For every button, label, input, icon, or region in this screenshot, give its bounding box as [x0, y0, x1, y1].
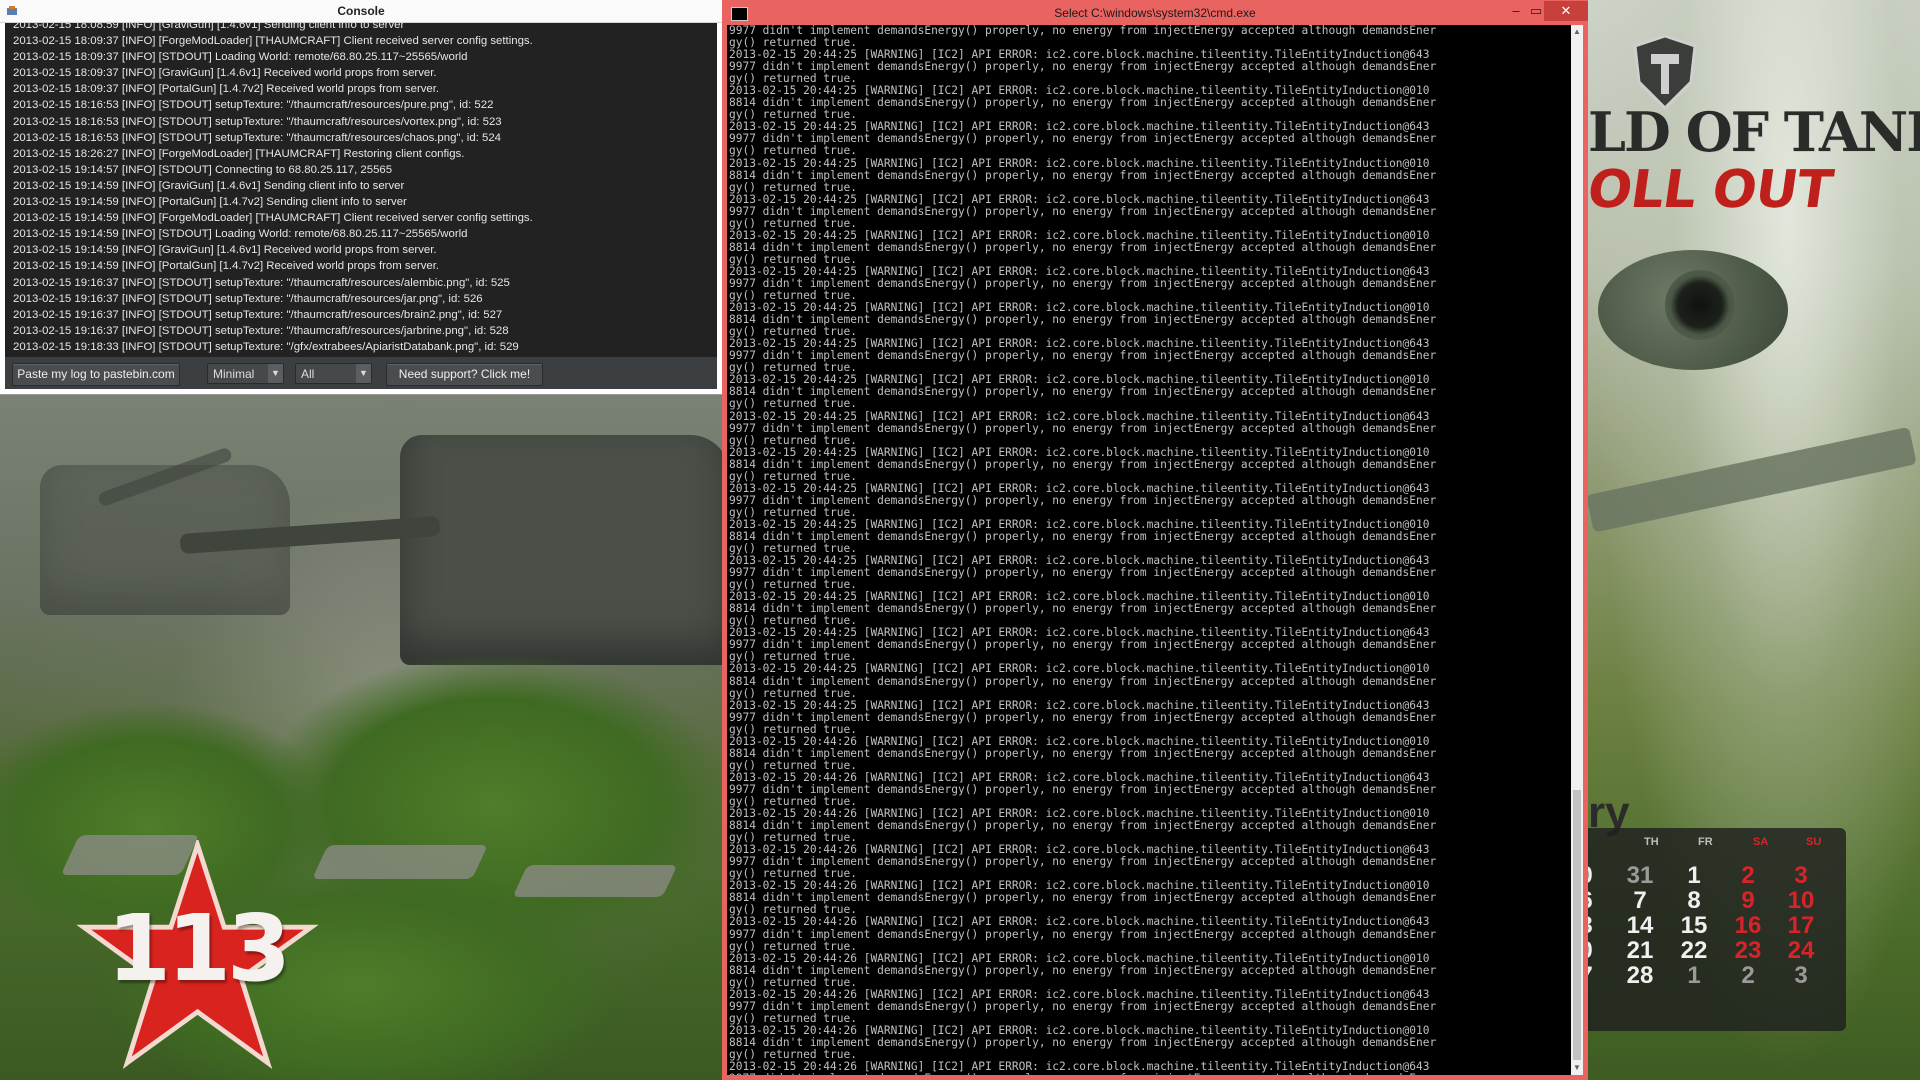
calendar-day: 28 [1626, 962, 1654, 989]
console-titlebar[interactable]: Console [0, 0, 722, 23]
cmd-title: Select C:\windows\system32\cmd.exe [1054, 6, 1256, 20]
maximize-icon[interactable]: ▭ [1526, 1, 1546, 21]
calendar-day: 7 [1633, 887, 1647, 914]
calendar-day: 3 [1794, 862, 1808, 889]
log-level-value: Minimal [213, 367, 255, 381]
minimize-icon[interactable]: – [1506, 1, 1526, 21]
log-filter-select[interactable]: All ▼ [295, 363, 372, 384]
log-line: 2013-02-15 18:09:37 [INFO] [PortalGun] [… [13, 83, 440, 96]
console-body: 2013-02-15 18:08:59 [INFO] [GraviGun] [1… [5, 23, 717, 389]
close-icon[interactable]: ✕ [1544, 1, 1588, 21]
cmd-titlebar[interactable]: Select C:\windows\system32\cmd.exe – ▭ ✕ [722, 0, 1588, 25]
need-support-button[interactable]: Need support? Click me! [386, 363, 543, 386]
log-line: 2013-02-15 19:16:37 [INFO] [STDOUT] setu… [13, 308, 503, 321]
calendar-header-fr: FR [1698, 836, 1713, 848]
calendar-day: 8 [1687, 887, 1701, 914]
console-toolbar: Paste my log to pastebin.com Minimal ▼ A… [5, 357, 717, 389]
log-line: 2013-02-15 19:14:59 [INFO] [STDOUT] Load… [13, 228, 468, 241]
calendar-day: 9 [1741, 887, 1755, 914]
log-line: 2013-02-15 19:18:33 [INFO] [STDOUT] setu… [13, 340, 519, 353]
log-line: 2013-02-15 18:16:53 [INFO] [STDOUT] setu… [13, 99, 494, 112]
cmd-scrollbar[interactable]: ▲ ▼ [1571, 25, 1583, 1075]
log-line: 2013-02-15 19:14:59 [INFO] [PortalGun] [… [13, 196, 407, 209]
chevron-down-icon: ▼ [356, 364, 371, 383]
calendar-day: 2 [1741, 862, 1755, 889]
cmd-scroll-thumb[interactable] [1573, 790, 1581, 1060]
log-line: 2013-02-15 18:16:53 [INFO] [STDOUT] setu… [13, 131, 501, 144]
log-line: 2013-02-15 18:26:27 [INFO] [ForgeModLoad… [13, 147, 465, 160]
log-level-select[interactable]: Minimal ▼ [207, 363, 284, 384]
cmd-window: Select C:\windows\system32\cmd.exe – ▭ ✕… [722, 0, 1588, 1080]
calendar-day: 17 [1787, 912, 1815, 939]
log-line: 2013-02-15 18:16:53 [INFO] [STDOUT] setu… [13, 115, 502, 128]
wallpaper-rock [512, 865, 678, 897]
log-line: 2013-02-15 19:16:37 [INFO] [STDOUT] setu… [13, 292, 483, 305]
log-line: 2013-02-15 18:09:37 [INFO] [ForgeModLoad… [13, 35, 533, 48]
calendar-day: 16 [1734, 912, 1762, 939]
calendar-day: 22 [1680, 937, 1708, 964]
calendar-day: 23 [1734, 937, 1762, 964]
scroll-down-icon[interactable]: ▼ [1571, 1061, 1583, 1075]
calendar-day: 3 [1794, 962, 1808, 989]
calendar-day: 21 [1626, 937, 1654, 964]
calendar-day: 1 [1687, 962, 1701, 989]
paste-to-pastebin-button[interactable]: Paste my log to pastebin.com [12, 363, 180, 386]
chevron-down-icon: ▼ [268, 364, 283, 383]
console-log-area[interactable]: 2013-02-15 18:08:59 [INFO] [GraviGun] [1… [5, 23, 717, 357]
log-line: 2013-02-15 19:14:59 [INFO] [GraviGun] [1… [13, 244, 437, 257]
log-line: 2013-02-15 18:08:59 [INFO] [GraviGun] [1… [13, 23, 405, 31]
tank-number-label: 113 [106, 895, 291, 1002]
log-line: 2013-02-15 19:14:57 [INFO] [STDOUT] Conn… [13, 163, 393, 176]
console-log-list: 2013-02-15 18:08:59 [INFO] [GraviGun] [1… [13, 23, 533, 355]
game-subtitle-fragment: OLL OUT [1583, 160, 1836, 220]
calendar-header-sa: SA [1753, 836, 1769, 848]
calendar-day: 31 [1626, 862, 1654, 889]
log-line: 2013-02-15 18:09:37 [INFO] [GraviGun] [1… [13, 67, 437, 80]
console-window: Console 2013-02-15 18:08:59 [INFO] [Grav… [0, 0, 722, 394]
calendar-day: 24 [1787, 937, 1815, 964]
calendar-day: 15 [1680, 912, 1708, 939]
calendar-day: 1 [1687, 862, 1701, 889]
log-line: 2013-02-15 19:16:37 [INFO] [STDOUT] setu… [13, 324, 509, 337]
log-filter-value: All [301, 367, 315, 381]
log-line: 2013-02-15 19:14:59 [INFO] [PortalGun] [… [13, 260, 440, 273]
game-title-fragment: LD OF TANKS [1588, 100, 1920, 164]
calendar-day: 2 [1741, 962, 1755, 989]
console-title: Console [337, 4, 385, 18]
cmd-console-body[interactable]: 9977 didn't implement demandsEnergy() pr… [727, 25, 1571, 1075]
log-line: 2013-02-15 19:14:59 [INFO] [GraviGun] [1… [13, 179, 405, 192]
calendar-day: 10 [1787, 887, 1815, 914]
cmd-output-text: 9977 didn't implement demandsEnergy() pr… [729, 25, 1437, 1075]
scroll-up-icon[interactable]: ▲ [1571, 25, 1583, 39]
log-line: 2013-02-15 19:14:59 [INFO] [ForgeModLoad… [13, 212, 533, 225]
log-line: 2013-02-15 19:16:37 [INFO] [STDOUT] setu… [13, 276, 510, 289]
calendar-widget: TH FR SA SU 0311236789103141516170212223… [1579, 828, 1846, 1031]
calendar-header-su: SU [1806, 836, 1822, 848]
wallpaper-rock [312, 845, 488, 879]
calendar-day: 14 [1626, 912, 1654, 939]
log-line: 2013-02-15 18:09:37 [INFO] [STDOUT] Load… [13, 51, 468, 64]
wallpaper-tank-muzzle [1665, 270, 1735, 340]
wallpaper-tank-main [400, 435, 730, 665]
calendar-header-th: TH [1644, 836, 1659, 848]
